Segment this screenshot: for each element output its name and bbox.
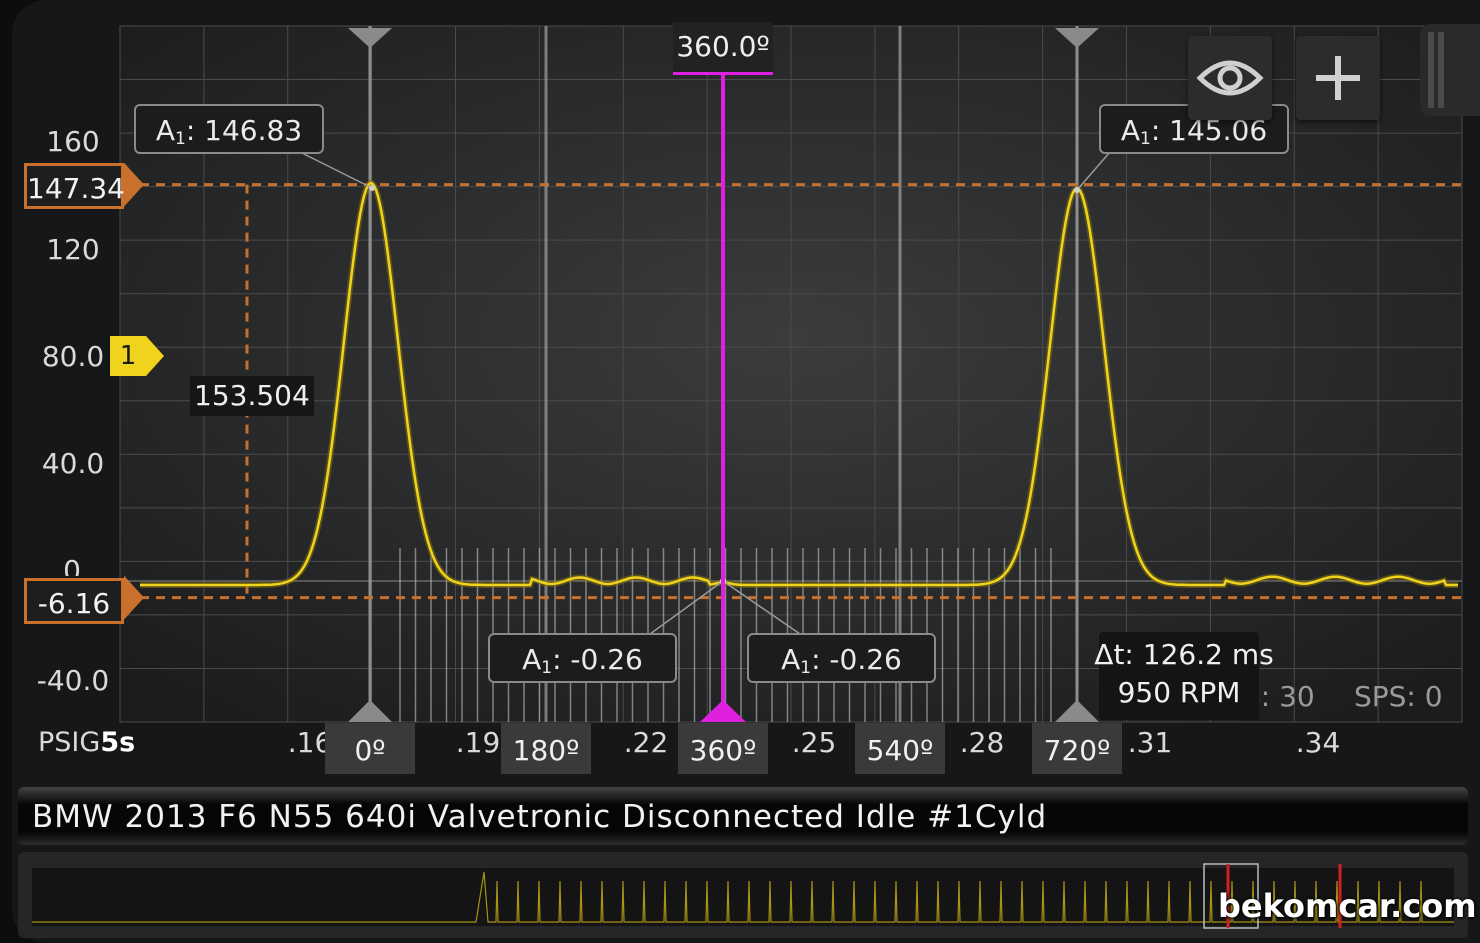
unit-text: PSIG <box>38 727 101 758</box>
delta-t-value: Δt: 126.2 ms <box>1094 638 1274 671</box>
measurement-prefix: A <box>522 643 542 676</box>
measurement-cursor-right: A1: -0.26 <box>747 633 936 683</box>
rpm-value: 950 RPM <box>1117 676 1241 709</box>
x-tick-label: .19 <box>455 726 501 759</box>
measurement-value: : -0.26 <box>811 643 902 676</box>
eye-icon <box>1196 60 1264 96</box>
timebase-text[interactable]: 5s <box>100 727 135 758</box>
measurement-sub: 1 <box>800 658 812 678</box>
y-tick-label: 160 <box>46 125 100 158</box>
handle-grip-icon <box>1428 32 1444 108</box>
measurement-sub: 1 <box>175 129 186 149</box>
measurement-sub: 1 <box>541 658 553 678</box>
measurement-prefix: A <box>781 643 801 676</box>
plus-icon <box>1316 56 1360 100</box>
degree-marker-box[interactable]: 360º <box>678 723 768 774</box>
lower-marker-value[interactable]: -6.16 <box>24 578 124 624</box>
x-tick-label: .25 <box>791 726 837 759</box>
recording-title: BMW 2013 F6 N55 640i Valvetronic Disconn… <box>32 799 1048 835</box>
measurement-prefix: A <box>1120 114 1140 147</box>
x-tick-label: .28 <box>959 726 1005 759</box>
x-tick-label: .22 <box>623 726 669 759</box>
measurement-value: : 146.83 <box>185 114 303 147</box>
side-drawer-handle[interactable] <box>1420 24 1480 116</box>
visibility-button[interactable] <box>1188 36 1272 120</box>
recording-title-bar[interactable]: BMW 2013 F6 N55 640i Valvetronic Disconn… <box>18 787 1468 845</box>
upper-marker-value[interactable]: 147.34 <box>24 163 125 209</box>
leader-dot <box>369 185 375 191</box>
degree-marker-box[interactable]: 0º <box>325 723 415 774</box>
y-tick-label: 40.0 <box>41 447 105 480</box>
marker-delta-label: 153.504 <box>190 376 314 416</box>
channel-1-badge[interactable]: 1 <box>110 336 164 376</box>
leader-dot <box>1074 187 1080 193</box>
x-tick-label: .34 <box>1295 726 1341 759</box>
add-button[interactable] <box>1296 36 1380 120</box>
cursor-angle-label[interactable]: 360.0º <box>673 22 773 75</box>
measurement-prefix: A <box>155 114 175 147</box>
measurement-value: : -0.26 <box>552 643 643 676</box>
y-unit-label: PSIG5s <box>38 728 135 758</box>
y-tick-label: -40.0 <box>36 664 110 697</box>
watermark: bekomcar.com <box>1218 887 1477 925</box>
sps-readout: SPS: 0 <box>1354 680 1443 713</box>
degree-marker-box[interactable]: 540º <box>855 723 945 774</box>
timing-readout: Δt: 126.2 ms 950 RPM <box>1094 632 1274 720</box>
degree-marker-box[interactable]: 720º <box>1032 723 1122 774</box>
measurement-cursor-left: A1: -0.26 <box>488 633 677 683</box>
x-tick-label: .31 <box>1127 726 1173 759</box>
y-tick-label: 120 <box>46 233 100 266</box>
degree-marker-box[interactable]: 180º <box>501 723 591 774</box>
y-tick-label: 80.0 <box>41 340 105 373</box>
measurement-peak-1: A1: 146.83 <box>134 104 324 154</box>
measurement-sub: 1 <box>1140 129 1151 149</box>
